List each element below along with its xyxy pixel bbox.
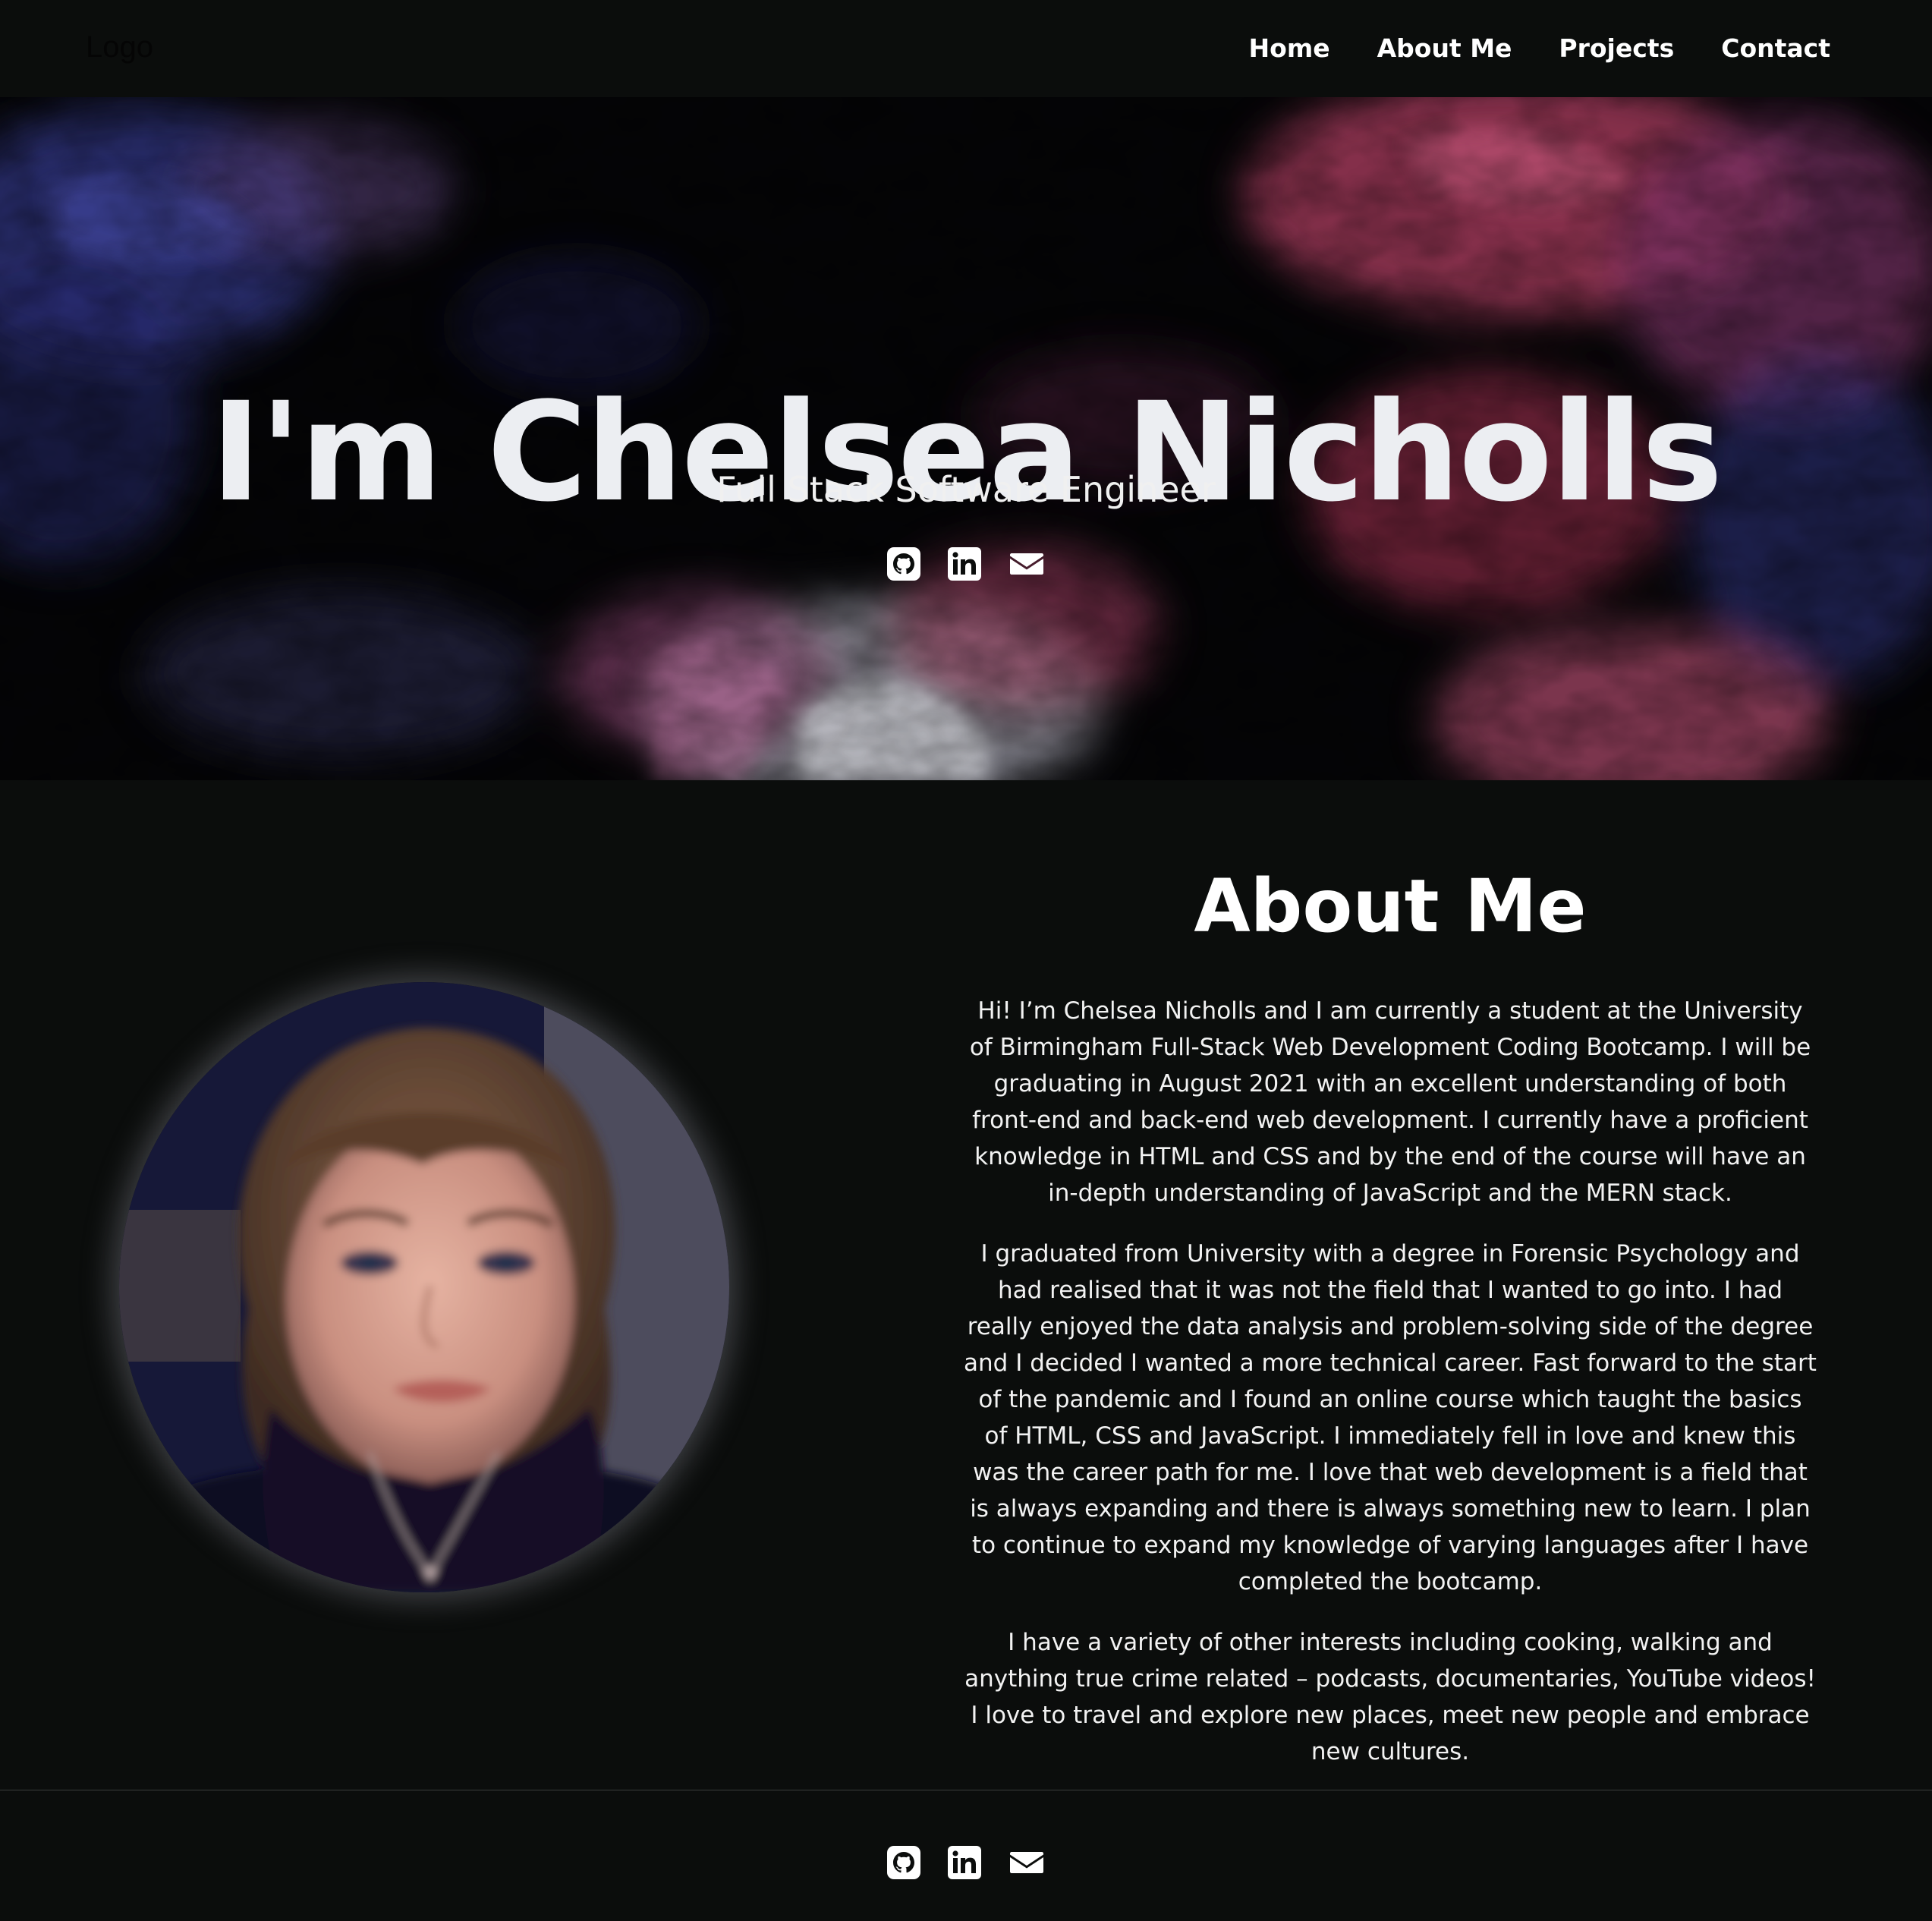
hero-social-links	[886, 546, 1046, 581]
github-icon[interactable]	[886, 546, 921, 581]
github-icon[interactable]	[886, 1845, 921, 1880]
email-icon[interactable]	[1008, 1845, 1046, 1880]
linkedin-icon[interactable]	[947, 546, 982, 581]
nav-link-home[interactable]: Home	[1249, 33, 1330, 63]
nav-link-projects[interactable]: Projects	[1559, 33, 1674, 63]
nav-link-contact[interactable]: Contact	[1721, 33, 1830, 63]
about-text: Hi! I’m Chelsea Nicholls and I am curren…	[964, 993, 1817, 1794]
nav-links: Home About Me Projects Contact	[1249, 33, 1830, 63]
hero-section: I'm Chelsea Nicholls Full Stack Software…	[0, 97, 1932, 780]
hero-subtitle: Full Stack Software Engineer	[716, 469, 1216, 510]
about-paragraph-2: I graduated from University with a degre…	[964, 1240, 1817, 1595]
nav-link-about-me[interactable]: About Me	[1377, 33, 1512, 63]
navbar: Logo Home About Me Projects Contact	[0, 0, 1932, 97]
about-section: About Me Hi! I’m Chelsea Nicholls and I …	[0, 780, 1932, 1790]
profile-photo	[119, 982, 729, 1592]
linkedin-icon[interactable]	[947, 1845, 982, 1880]
email-icon[interactable]	[1008, 546, 1046, 581]
footer-social-links	[886, 1845, 1046, 1880]
about-paragraph-1: Hi! I’m Chelsea Nicholls and I am curren…	[969, 997, 1811, 1207]
logo[interactable]: Logo	[86, 30, 153, 65]
footer	[0, 1790, 1932, 1921]
about-paragraph-3: I have a variety of other interests incl…	[964, 1629, 1816, 1765]
about-title: About Me	[1194, 864, 1587, 949]
